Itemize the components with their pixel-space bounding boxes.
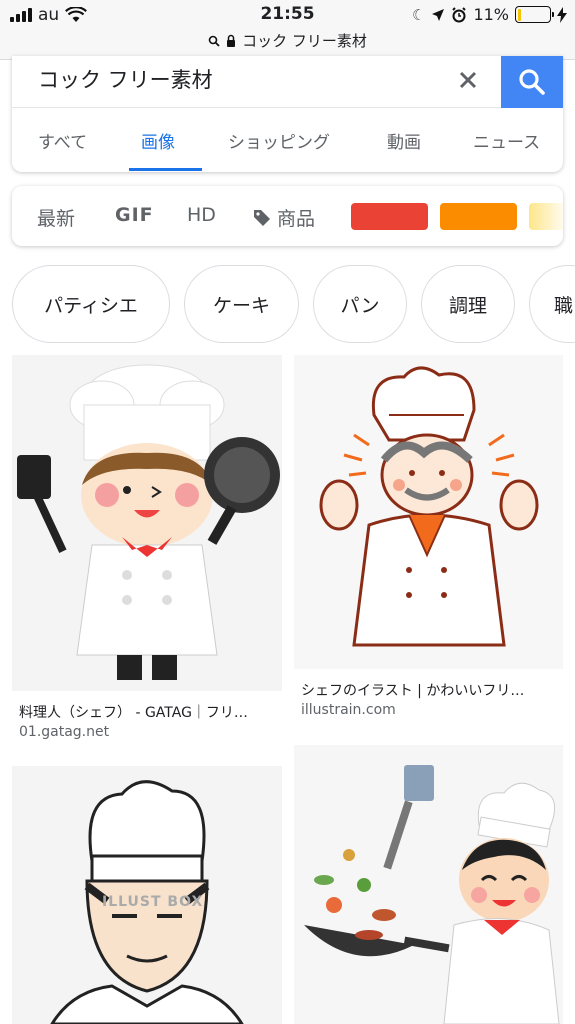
active-tab-indicator xyxy=(129,168,202,171)
filter-gif[interactable]: GIF xyxy=(115,204,154,226)
chef-wok-image xyxy=(294,745,563,1024)
tab-images[interactable]: 画像 xyxy=(141,128,175,153)
lock-icon xyxy=(227,34,236,47)
chip-bread[interactable]: パン xyxy=(313,265,407,343)
battery-level xyxy=(517,8,521,21)
line-chef-image xyxy=(294,355,563,669)
search-icon xyxy=(519,69,545,95)
chip-patissier[interactable]: パティシエ xyxy=(12,265,170,343)
search-box-card: コック フリー素材 すべて 画像 ショッピング 動画 ニュース xyxy=(12,56,563,172)
search-input[interactable]: コック フリー素材 xyxy=(38,64,213,94)
result-source-1[interactable]: 01.gatag.net xyxy=(19,724,109,740)
search-tabs: すべて 画像 ショッピング 動画 ニュース xyxy=(12,108,563,172)
status-icons: ☾ 11% xyxy=(412,5,567,24)
filter-hd[interactable]: HD xyxy=(187,204,216,226)
tab-news[interactable]: ニュース xyxy=(473,128,540,153)
result-image-3[interactable]: ILLUST BOX xyxy=(12,766,282,1024)
location-arrow-icon xyxy=(432,8,445,21)
alarm-icon xyxy=(452,6,467,22)
color-filter-orange[interactable] xyxy=(440,203,517,230)
result-image-2[interactable] xyxy=(294,355,563,669)
chip-cake[interactable]: ケーキ xyxy=(184,265,299,343)
filter-bar: 最新 GIF HD 商品 xyxy=(12,186,563,246)
url-text: コック フリー素材 xyxy=(242,32,367,50)
chip-job[interactable]: 職 xyxy=(529,265,575,343)
search-button[interactable] xyxy=(501,56,563,108)
result-title-2[interactable]: シェフのイラスト | かわいいフリ… xyxy=(301,680,559,700)
close-icon xyxy=(459,71,477,89)
tab-shopping[interactable]: ショッピング xyxy=(228,128,330,153)
result-source-2[interactable]: illustrain.com xyxy=(301,702,396,718)
charging-bolt-icon xyxy=(557,6,567,23)
result-image-4[interactable] xyxy=(294,745,563,1024)
color-filter-red[interactable] xyxy=(351,203,428,230)
color-filter-yellow[interactable] xyxy=(529,203,563,230)
search-row: コック フリー素材 xyxy=(12,56,563,108)
url-bar[interactable]: コック フリー素材 xyxy=(0,30,575,51)
image-watermark: ILLUST BOX xyxy=(102,894,204,910)
clear-search-button[interactable] xyxy=(452,64,484,96)
search-small-icon xyxy=(208,35,220,47)
battery-percent: 11% xyxy=(473,5,509,24)
tab-videos[interactable]: 動画 xyxy=(387,128,421,153)
chip-cooking[interactable]: 調理 xyxy=(421,265,515,343)
moon-icon: ☾ xyxy=(411,5,426,24)
battery-icon xyxy=(515,6,554,23)
result-image-1[interactable] xyxy=(12,355,282,691)
result-title-1[interactable]: 料理人（シェフ） - GATAG｜フリ… xyxy=(19,702,277,722)
status-bar: au 21:55 ☾ 11% コック フリー素材 xyxy=(0,0,575,60)
google-image-search-page: au 21:55 ☾ 11% コック フリー素材 コック フリー素材 すべて 画… xyxy=(0,0,575,1024)
filter-products[interactable]: 商品 xyxy=(253,204,315,231)
cartoon-chef-image xyxy=(12,355,282,691)
filter-products-label: 商品 xyxy=(277,208,316,230)
filter-recent[interactable]: 最新 xyxy=(37,204,75,231)
tag-icon xyxy=(254,209,270,226)
tab-all[interactable]: すべて xyxy=(38,128,87,153)
